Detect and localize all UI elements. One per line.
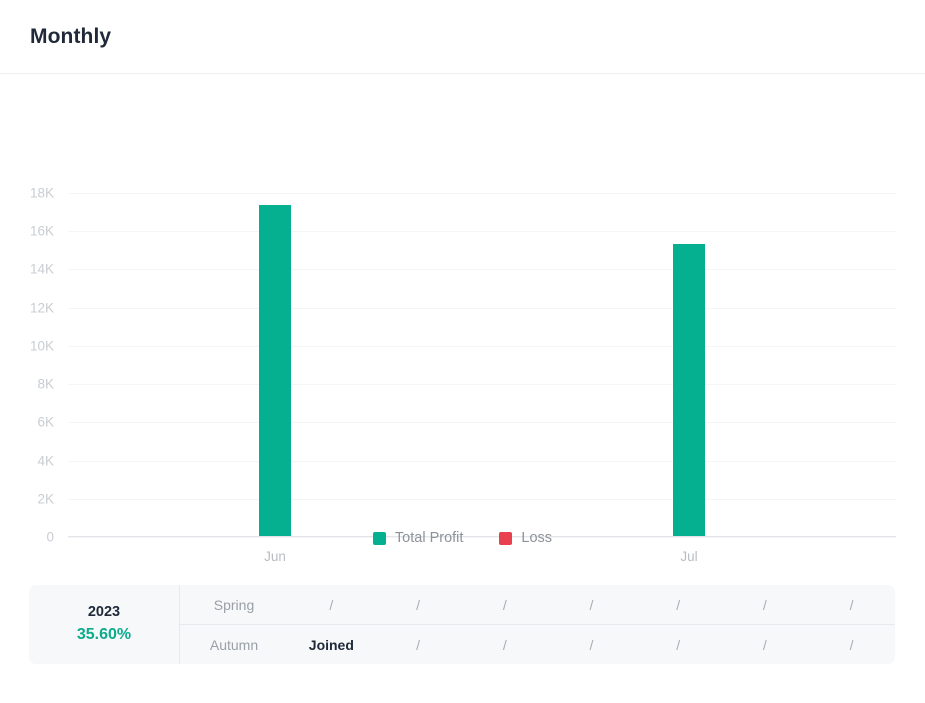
y-axis-tick-label: 18K: [29, 185, 54, 201]
table-cell-empty: /: [589, 596, 594, 613]
gridline: [68, 307, 896, 309]
legend-item-label: Total Profit: [394, 530, 464, 546]
table-cell-empty: /: [416, 596, 420, 613]
legend-item-label: Loss: [521, 530, 553, 546]
y-axis-tick-label: 10K: [29, 338, 54, 354]
x-axis-tick-label: Jul: [680, 549, 698, 564]
table-cell-empty: /: [329, 596, 334, 613]
table-cell-empty: /: [548, 624, 635, 664]
y-axis-tick-label: 4K: [37, 453, 54, 469]
gridline: [68, 269, 896, 271]
table-cell-empty: /: [721, 624, 809, 664]
summary-data-table: 2023 35.60% Spring / / / / / / / Autumn Joined / / / / /…: [29, 585, 895, 664]
legend-swatch-icon: [372, 531, 386, 545]
gridline: [68, 460, 896, 462]
legend-swatch-icon: [499, 531, 513, 545]
table-cell-empty: /: [374, 624, 462, 664]
table-cell-empty: /: [461, 624, 549, 664]
legend-item[interactable]: Loss: [499, 530, 552, 546]
chart-bar[interactable]: [259, 205, 291, 536]
y-axis-tick-label: 16K: [29, 223, 54, 239]
gridline: [68, 345, 896, 347]
gridline: [68, 384, 896, 386]
percent-value: 35.60%: [76, 626, 132, 644]
y-axis-tick-label: 8K: [37, 376, 54, 392]
y-axis-tick-label: 12K: [29, 300, 54, 316]
year-summary-cell: 2023 35.60%: [29, 585, 180, 664]
table-cell-empty: /: [676, 596, 681, 613]
y-axis-tick-label: 6K: [37, 414, 54, 430]
chart-legend: Total Profit Loss: [0, 530, 925, 546]
monthly-chart-card: Monthly 0 2K 4K 6K 8K 10K 12K 14K 16K 18K Jun Jul T…: [0, 0, 925, 703]
table-cell-empty: /: [849, 596, 854, 613]
y-axis-tick-label: 2K: [37, 491, 54, 507]
table-cell-empty: /: [762, 596, 767, 613]
chart-bar[interactable]: [673, 243, 705, 536]
chart-plot: 0 2K 4K 6K 8K 10K 12K 14K 16K 18K Jun Jul: [30, 186, 896, 564]
table-row-label: Autumn: [179, 624, 288, 664]
year-label: 2023: [87, 604, 121, 621]
y-axis-tick-label: 14K: [29, 261, 54, 277]
summary-table: 2023 35.60% Spring / / / / / / / Autumn Joined / / / / /…: [29, 585, 895, 664]
table-row: 2023 35.60% Spring / / / / / / /: [29, 585, 895, 664]
chart-area: 0 2K 4K 6K 8K 10K 12K 14K 16K 18K Jun Jul: [0, 74, 925, 564]
table-row-label: Spring: [213, 596, 255, 613]
table-cell-empty: /: [808, 624, 895, 664]
table-cell-empty: /: [634, 624, 722, 664]
table-cell-empty: /: [502, 596, 507, 613]
gridline: [68, 422, 896, 424]
x-axis-tick-label: Jun: [264, 549, 286, 564]
page-title: Monthly: [30, 24, 112, 48]
gridline: [68, 193, 896, 194]
card-header: Monthly: [0, 0, 925, 74]
gridline: [68, 231, 896, 233]
table-cell-value: Joined: [288, 624, 375, 664]
legend-item[interactable]: Total Profit: [372, 530, 464, 546]
gridline: [68, 498, 896, 500]
